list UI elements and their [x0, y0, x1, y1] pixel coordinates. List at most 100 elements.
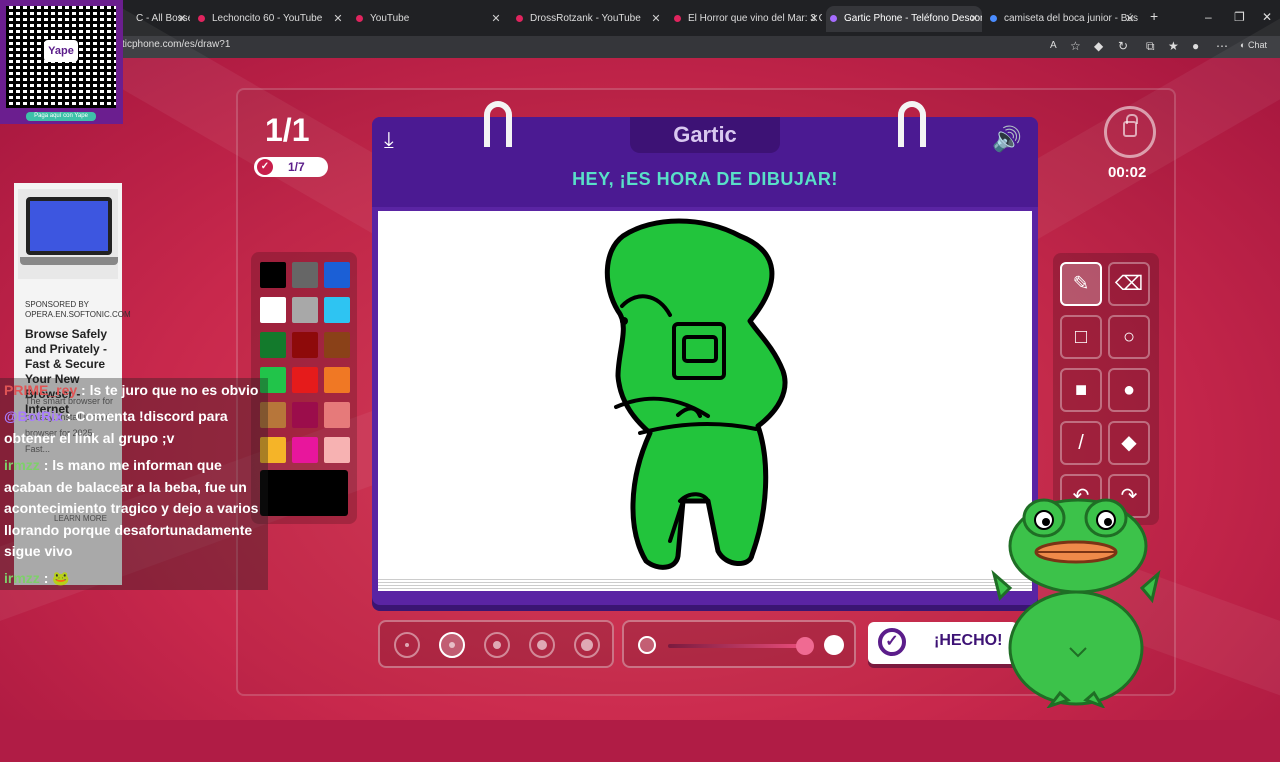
cursor-marker — [620, 317, 628, 325]
opacity-bar — [622, 620, 856, 668]
line-tool-icon[interactable]: / — [1060, 421, 1102, 465]
favorite-star-icon[interactable]: ☆ — [1070, 39, 1081, 53]
check-icon: ✓ — [257, 159, 273, 175]
profile-avatar[interactable]: ● — [1192, 39, 1199, 53]
gartic-icon — [830, 15, 837, 22]
browser-tab[interactable]: YouTube ✕ — [352, 6, 504, 32]
youtube-icon — [198, 15, 205, 22]
rect-fill-tool-icon[interactable]: ■ — [1060, 368, 1102, 412]
progress-pill: ✓ 1/7 — [254, 157, 328, 177]
page-title: HEY, ¡ES HORA DE DIBUJAR! — [572, 169, 838, 189]
youtube-icon — [356, 15, 363, 22]
close-tab-icon[interactable]: ✕ — [808, 6, 820, 32]
close-tab-icon[interactable]: ✕ — [650, 6, 662, 32]
brush-size-option[interactable] — [529, 632, 555, 658]
ellipse-fill-tool-icon[interactable]: ● — [1108, 368, 1150, 412]
search-icon — [990, 15, 997, 22]
stream-chat-overlay: PRIME_rey : ls te juro que no es obvio @… — [0, 378, 268, 590]
minimize-icon[interactable]: – — [1205, 10, 1212, 24]
close-tab-icon[interactable]: ✕ — [176, 6, 188, 32]
rect-outline-tool-icon[interactable]: □ — [1060, 315, 1102, 359]
color-swatch[interactable] — [292, 297, 318, 323]
drawing-notebook: Gartic ⤓ 🔊 HEY, ¡ES HORA DE DIBUJAR! — [372, 101, 1038, 605]
selected-color-preview — [260, 470, 348, 516]
maximize-icon[interactable]: ❐ — [1234, 10, 1245, 24]
chat-message: PRIME_rey : ls te juro que no es obvio — [4, 380, 266, 402]
color-swatch[interactable] — [292, 367, 318, 393]
lock-icon — [1123, 114, 1138, 137]
frog-drawing — [604, 218, 788, 570]
refresh-icon[interactable]: ↻ — [1118, 39, 1128, 53]
ad-image — [18, 189, 118, 279]
browser-tab[interactable]: DrossRotzank - YouTube ✕ — [512, 6, 664, 32]
notebook-pages — [378, 577, 1032, 591]
color-swatch[interactable] — [260, 332, 286, 358]
collections-icon[interactable]: ★ — [1168, 39, 1179, 53]
chat-text: : ls mano me informan que acaban de bala… — [4, 457, 259, 559]
split-icon[interactable]: ⧉ — [1146, 39, 1155, 54]
gartic-logo: Gartic — [630, 117, 780, 153]
download-icon[interactable]: ⤓ — [384, 127, 410, 153]
chat-username: @BotRix — [4, 408, 63, 424]
youtube-icon — [516, 15, 523, 22]
opacity-high-icon[interactable] — [824, 635, 844, 655]
color-swatch[interactable] — [324, 262, 350, 288]
timer-text: 00:02 — [1108, 164, 1147, 181]
brush-size-option[interactable] — [484, 632, 510, 658]
browser-tab-bar: C - All Bosses S✕ Lechoncito 60 - YouTub… — [0, 0, 1280, 36]
color-swatch[interactable] — [324, 367, 350, 393]
new-tab-button[interactable]: + — [1150, 8, 1158, 24]
close-tab-icon[interactable]: ✕ — [332, 6, 344, 32]
color-swatch[interactable] — [292, 437, 318, 463]
close-tab-icon[interactable]: ✕ — [490, 6, 502, 32]
extension-icon[interactable]: ◆ — [1094, 39, 1103, 53]
sound-icon[interactable]: 🔊 — [992, 125, 1022, 154]
color-swatch[interactable] — [260, 262, 286, 288]
brush-size-option[interactable] — [439, 632, 465, 658]
close-window-icon[interactable]: ✕ — [1262, 10, 1272, 24]
qr-caption: Paga aquí con Yape — [26, 112, 96, 121]
tab-title: El Horror que vino del Mar: 3 CAS — [688, 13, 822, 24]
chat-username: PRIME_rey — [4, 382, 78, 398]
browser-tab[interactable]: El Horror que vino del Mar: 3 CAS✕ — [670, 6, 822, 32]
tool-panel: ✎ ⌫ □ ○ ■ ● / ◆ ↶ ↷ — [1053, 253, 1159, 525]
youtube-icon — [674, 15, 681, 22]
color-swatch[interactable] — [324, 402, 350, 428]
opacity-slider[interactable] — [668, 644, 804, 648]
color-swatch[interactable] — [292, 332, 318, 358]
color-swatch[interactable] — [324, 437, 350, 463]
eraser-tool-icon[interactable]: ⌫ — [1108, 262, 1150, 306]
drawing-canvas[interactable] — [378, 211, 1032, 577]
close-tab-icon[interactable]: ✕ — [1124, 6, 1136, 32]
color-swatch[interactable] — [324, 297, 350, 323]
brush-size-bar — [378, 620, 614, 668]
opacity-slider-handle[interactable] — [796, 637, 814, 655]
ellipse-outline-tool-icon[interactable]: ○ — [1108, 315, 1150, 359]
brush-size-option[interactable] — [574, 632, 600, 658]
frog-mascot — [991, 498, 1161, 708]
ad-sponsor: SPONSORED BY OPERA.EN.SOFTONIC.COM — [25, 300, 131, 319]
browser-tab[interactable]: camiseta del boca junior - Búsque✕ — [986, 6, 1138, 32]
tab-title: DrossRotzank - YouTube — [530, 13, 641, 24]
chat-username: irmzz — [4, 570, 40, 586]
brush-size-option[interactable] — [394, 632, 420, 658]
color-swatch[interactable] — [324, 332, 350, 358]
close-tab-icon[interactable]: ✕ — [968, 6, 980, 32]
binder-ring — [484, 101, 512, 147]
opacity-low-icon[interactable] — [638, 636, 656, 654]
qr-logo: Yape — [44, 40, 78, 62]
read-aloud-icon[interactable]: A — [1050, 40, 1057, 51]
pen-tool-icon[interactable]: ✎ — [1060, 262, 1102, 306]
laptop-lock-icon — [26, 197, 112, 255]
binder-ring — [898, 101, 926, 147]
fill-bucket-tool-icon[interactable]: ◆ — [1108, 421, 1150, 465]
color-swatch[interactable] — [292, 402, 318, 428]
laptop-base — [20, 257, 118, 265]
color-swatch[interactable] — [292, 262, 318, 288]
chat-message: irmzz : 🐸 — [4, 568, 266, 590]
browser-tab[interactable]: Lechoncito 60 - YouTube ✕ — [194, 6, 346, 32]
color-swatch[interactable] — [260, 297, 286, 323]
browser-tab-active[interactable]: Gartic Phone - Teléfono Descompu✕ — [826, 6, 982, 32]
tab-title: Gartic Phone - Teléfono Descompu — [844, 13, 982, 24]
notebook-header: Gartic ⤓ 🔊 HEY, ¡ES HORA DE DIBUJAR! — [372, 117, 1038, 207]
